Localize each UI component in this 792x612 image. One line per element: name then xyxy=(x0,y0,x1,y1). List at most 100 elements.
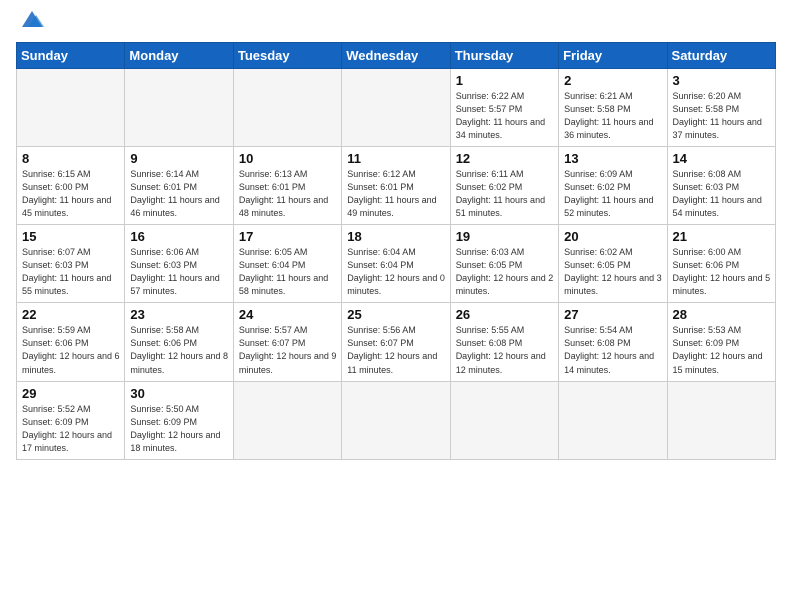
calendar-cell: 21 Sunrise: 6:00 AMSunset: 6:06 PMDaylig… xyxy=(667,225,775,303)
calendar-cell xyxy=(342,68,450,146)
calendar-cell: 26 Sunrise: 5:55 AMSunset: 6:08 PMDaylig… xyxy=(450,303,558,381)
calendar-header-wednesday: Wednesday xyxy=(342,42,450,68)
calendar-cell xyxy=(17,68,125,146)
calendar-header-sunday: Sunday xyxy=(17,42,125,68)
calendar-cell: 28 Sunrise: 5:53 AMSunset: 6:09 PMDaylig… xyxy=(667,303,775,381)
logo xyxy=(16,10,46,34)
calendar-cell: 25 Sunrise: 5:56 AMSunset: 6:07 PMDaylig… xyxy=(342,303,450,381)
day-number: 1 xyxy=(456,73,554,88)
calendar-week-1: 1 Sunrise: 6:22 AMSunset: 5:57 PMDayligh… xyxy=(17,68,776,146)
day-number: 19 xyxy=(456,229,554,244)
day-info: Sunrise: 5:53 AMSunset: 6:09 PMDaylight:… xyxy=(673,325,763,374)
calendar-week-2: 8 Sunrise: 6:15 AMSunset: 6:00 PMDayligh… xyxy=(17,146,776,224)
day-number: 27 xyxy=(564,307,662,322)
day-info: Sunrise: 6:11 AMSunset: 6:02 PMDaylight:… xyxy=(456,169,545,218)
calendar-table: SundayMondayTuesdayWednesdayThursdayFrid… xyxy=(16,42,776,460)
calendar-cell: 22 Sunrise: 5:59 AMSunset: 6:06 PMDaylig… xyxy=(17,303,125,381)
day-number: 15 xyxy=(22,229,120,244)
day-info: Sunrise: 6:15 AMSunset: 6:00 PMDaylight:… xyxy=(22,169,111,218)
calendar-cell: 14 Sunrise: 6:08 AMSunset: 6:03 PMDaylig… xyxy=(667,146,775,224)
day-info: Sunrise: 5:55 AMSunset: 6:08 PMDaylight:… xyxy=(456,325,546,374)
day-info: Sunrise: 6:12 AMSunset: 6:01 PMDaylight:… xyxy=(347,169,436,218)
page: SundayMondayTuesdayWednesdayThursdayFrid… xyxy=(0,0,792,612)
calendar-week-4: 22 Sunrise: 5:59 AMSunset: 6:06 PMDaylig… xyxy=(17,303,776,381)
day-number: 16 xyxy=(130,229,228,244)
calendar-cell: 29 Sunrise: 5:52 AMSunset: 6:09 PMDaylig… xyxy=(17,381,125,459)
day-number: 11 xyxy=(347,151,445,166)
day-number: 17 xyxy=(239,229,337,244)
calendar-cell xyxy=(233,381,341,459)
calendar-cell: 16 Sunrise: 6:06 AMSunset: 6:03 PMDaylig… xyxy=(125,225,233,303)
calendar-week-5: 29 Sunrise: 5:52 AMSunset: 6:09 PMDaylig… xyxy=(17,381,776,459)
header xyxy=(16,10,776,34)
day-info: Sunrise: 6:07 AMSunset: 6:03 PMDaylight:… xyxy=(22,247,111,296)
day-info: Sunrise: 6:13 AMSunset: 6:01 PMDaylight:… xyxy=(239,169,328,218)
day-number: 28 xyxy=(673,307,771,322)
day-number: 26 xyxy=(456,307,554,322)
day-number: 25 xyxy=(347,307,445,322)
day-info: Sunrise: 6:00 AMSunset: 6:06 PMDaylight:… xyxy=(673,247,771,296)
day-number: 20 xyxy=(564,229,662,244)
day-info: Sunrise: 5:52 AMSunset: 6:09 PMDaylight:… xyxy=(22,404,112,453)
day-info: Sunrise: 6:22 AMSunset: 5:57 PMDaylight:… xyxy=(456,91,545,140)
calendar-cell: 12 Sunrise: 6:11 AMSunset: 6:02 PMDaylig… xyxy=(450,146,558,224)
calendar-cell xyxy=(450,381,558,459)
day-info: Sunrise: 6:02 AMSunset: 6:05 PMDaylight:… xyxy=(564,247,662,296)
day-info: Sunrise: 6:06 AMSunset: 6:03 PMDaylight:… xyxy=(130,247,219,296)
day-number: 21 xyxy=(673,229,771,244)
calendar-header-monday: Monday xyxy=(125,42,233,68)
day-info: Sunrise: 6:03 AMSunset: 6:05 PMDaylight:… xyxy=(456,247,554,296)
calendar-cell: 8 Sunrise: 6:15 AMSunset: 6:00 PMDayligh… xyxy=(17,146,125,224)
calendar-cell: 11 Sunrise: 6:12 AMSunset: 6:01 PMDaylig… xyxy=(342,146,450,224)
calendar-cell: 9 Sunrise: 6:14 AMSunset: 6:01 PMDayligh… xyxy=(125,146,233,224)
day-info: Sunrise: 6:14 AMSunset: 6:01 PMDaylight:… xyxy=(130,169,219,218)
day-number: 24 xyxy=(239,307,337,322)
logo-icon xyxy=(18,9,46,31)
calendar-header-friday: Friday xyxy=(559,42,667,68)
day-info: Sunrise: 6:04 AMSunset: 6:04 PMDaylight:… xyxy=(347,247,445,296)
calendar-cell: 23 Sunrise: 5:58 AMSunset: 6:06 PMDaylig… xyxy=(125,303,233,381)
day-number: 14 xyxy=(673,151,771,166)
calendar-cell: 27 Sunrise: 5:54 AMSunset: 6:08 PMDaylig… xyxy=(559,303,667,381)
calendar-header-thursday: Thursday xyxy=(450,42,558,68)
calendar-cell: 20 Sunrise: 6:02 AMSunset: 6:05 PMDaylig… xyxy=(559,225,667,303)
day-number: 9 xyxy=(130,151,228,166)
calendar-cell: 18 Sunrise: 6:04 AMSunset: 6:04 PMDaylig… xyxy=(342,225,450,303)
day-number: 22 xyxy=(22,307,120,322)
day-number: 18 xyxy=(347,229,445,244)
calendar-cell xyxy=(125,68,233,146)
calendar-cell: 1 Sunrise: 6:22 AMSunset: 5:57 PMDayligh… xyxy=(450,68,558,146)
day-info: Sunrise: 6:09 AMSunset: 6:02 PMDaylight:… xyxy=(564,169,653,218)
calendar-cell xyxy=(233,68,341,146)
calendar-cell: 19 Sunrise: 6:03 AMSunset: 6:05 PMDaylig… xyxy=(450,225,558,303)
calendar-cell: 15 Sunrise: 6:07 AMSunset: 6:03 PMDaylig… xyxy=(17,225,125,303)
day-number: 13 xyxy=(564,151,662,166)
day-info: Sunrise: 5:54 AMSunset: 6:08 PMDaylight:… xyxy=(564,325,654,374)
calendar-cell: 24 Sunrise: 5:57 AMSunset: 6:07 PMDaylig… xyxy=(233,303,341,381)
day-info: Sunrise: 5:57 AMSunset: 6:07 PMDaylight:… xyxy=(239,325,337,374)
day-info: Sunrise: 6:21 AMSunset: 5:58 PMDaylight:… xyxy=(564,91,653,140)
calendar-header-row: SundayMondayTuesdayWednesdayThursdayFrid… xyxy=(17,42,776,68)
calendar-cell xyxy=(559,381,667,459)
day-info: Sunrise: 6:20 AMSunset: 5:58 PMDaylight:… xyxy=(673,91,762,140)
calendar-header-tuesday: Tuesday xyxy=(233,42,341,68)
day-number: 30 xyxy=(130,386,228,401)
day-info: Sunrise: 6:05 AMSunset: 6:04 PMDaylight:… xyxy=(239,247,328,296)
calendar-week-3: 15 Sunrise: 6:07 AMSunset: 6:03 PMDaylig… xyxy=(17,225,776,303)
day-info: Sunrise: 5:59 AMSunset: 6:06 PMDaylight:… xyxy=(22,325,120,374)
calendar-cell xyxy=(342,381,450,459)
day-number: 23 xyxy=(130,307,228,322)
day-number: 8 xyxy=(22,151,120,166)
day-number: 10 xyxy=(239,151,337,166)
day-number: 12 xyxy=(456,151,554,166)
day-number: 3 xyxy=(673,73,771,88)
calendar-cell: 17 Sunrise: 6:05 AMSunset: 6:04 PMDaylig… xyxy=(233,225,341,303)
calendar-cell: 10 Sunrise: 6:13 AMSunset: 6:01 PMDaylig… xyxy=(233,146,341,224)
calendar-cell: 13 Sunrise: 6:09 AMSunset: 6:02 PMDaylig… xyxy=(559,146,667,224)
calendar-cell xyxy=(667,381,775,459)
day-number: 29 xyxy=(22,386,120,401)
calendar-cell: 2 Sunrise: 6:21 AMSunset: 5:58 PMDayligh… xyxy=(559,68,667,146)
calendar-cell: 3 Sunrise: 6:20 AMSunset: 5:58 PMDayligh… xyxy=(667,68,775,146)
day-info: Sunrise: 5:58 AMSunset: 6:06 PMDaylight:… xyxy=(130,325,228,374)
calendar-cell: 30 Sunrise: 5:50 AMSunset: 6:09 PMDaylig… xyxy=(125,381,233,459)
